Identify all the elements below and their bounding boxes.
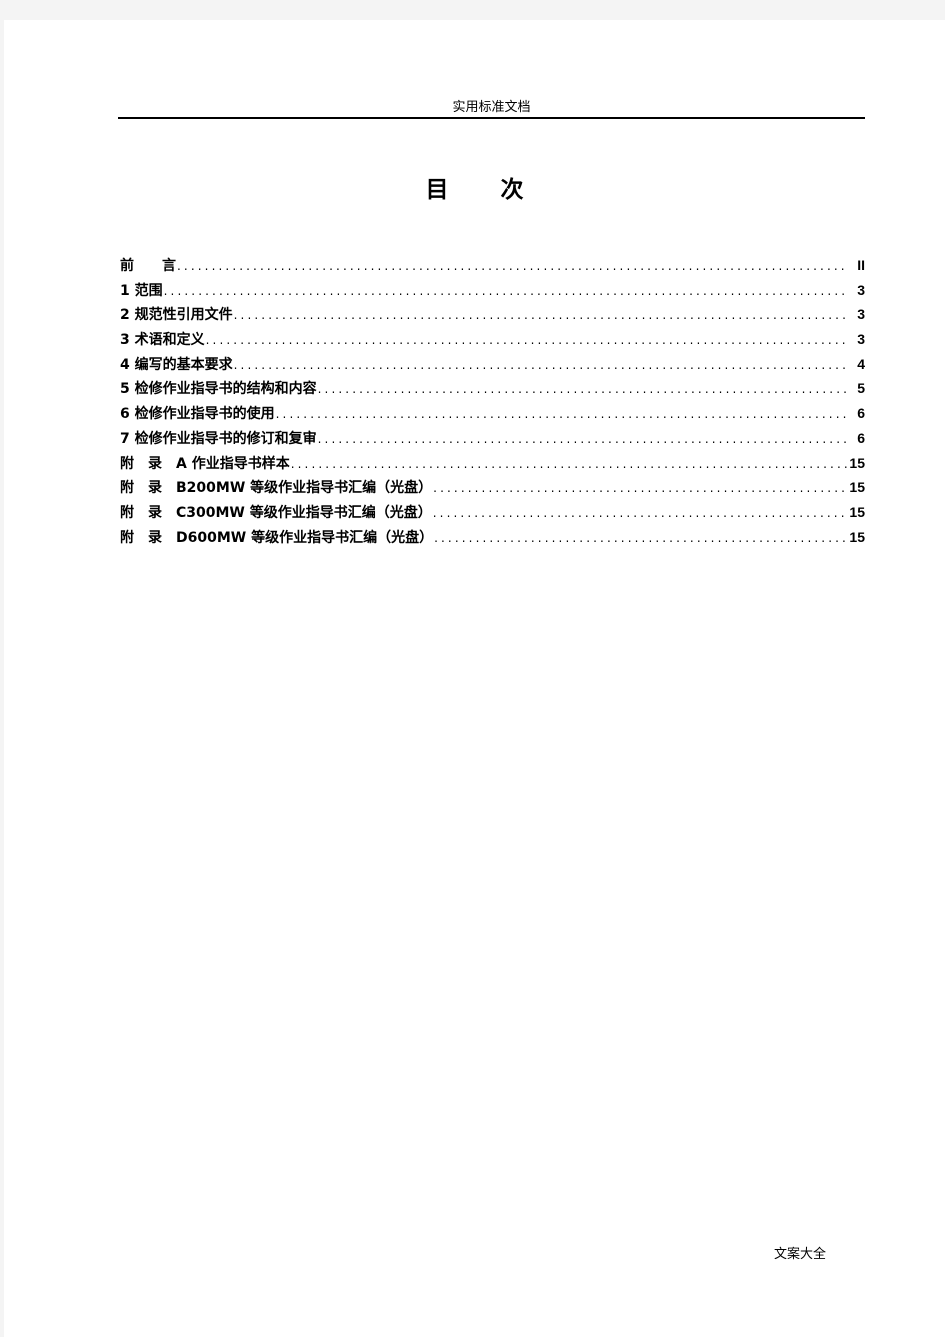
toc-entry-label: 附 录 C300MW 等级作业指导书汇编（光盘） [120, 504, 432, 521]
toc-entry[interactable]: 1 范围 3 [120, 278, 865, 303]
toc-dot-leader [318, 377, 847, 402]
toc-title-char: 次 [500, 177, 524, 203]
toc-entry[interactable]: 6 检修作业指导书的使用 6 [120, 401, 865, 426]
toc-entry[interactable]: 2 规范性引用文件 3 [120, 302, 865, 327]
toc-dot-leader [206, 328, 847, 353]
toc-entry[interactable]: 附 录 B200MW 等级作业指导书汇编（光盘） 15 [120, 475, 865, 500]
toc-entry-label: 6 检修作业指导书的使用 [120, 406, 275, 423]
toc-dot-leader [234, 353, 847, 378]
toc-dot-leader [433, 476, 847, 501]
toc-entry[interactable]: 5 检修作业指导书的结构和内容 5 [120, 376, 865, 401]
toc-entry-page: 6 [857, 429, 865, 446]
running-footer: 文案大全 [774, 1247, 827, 1262]
toc-entry-label: 7 检修作业指导书的修订和复审 [120, 430, 317, 447]
toc-dot-leader [291, 452, 847, 477]
document-page: 实用标准文档 目次 前 言 II 1 范围 3 2 规范性引用文件 3 3 术语… [4, 20, 945, 1337]
toc-entry-page: 15 [849, 503, 865, 520]
toc-entry-page: 3 [857, 281, 865, 298]
toc-dot-leader [434, 526, 847, 551]
toc-entry-page: II [857, 257, 865, 273]
toc-entry-page: 5 [857, 380, 865, 397]
toc-dot-leader [276, 402, 847, 427]
toc-dot-leader [164, 279, 847, 304]
toc-dot-leader [234, 303, 847, 328]
toc-entry[interactable]: 前 言 II [120, 253, 865, 278]
toc-entry[interactable]: 7 检修作业指导书的修订和复审 6 [120, 426, 865, 451]
toc-entry-label: 5 检修作业指导书的结构和内容 [120, 381, 317, 398]
toc-entry[interactable]: 3 术语和定义 3 [120, 327, 865, 352]
toc-entry-page: 3 [857, 331, 865, 348]
toc-entry-label: 附 录 B200MW 等级作业指导书汇编（光盘） [120, 480, 433, 497]
toc-entry-page: 4 [857, 355, 865, 372]
toc-entry-label: 3 术语和定义 [120, 332, 205, 349]
toc-entry[interactable]: 4 编写的基本要求 4 [120, 352, 865, 377]
toc-entry-label: 附 录 D600MW 等级作业指导书汇编（光盘） [120, 529, 434, 546]
toc-entry[interactable]: 附 录 C300MW 等级作业指导书汇编（光盘） 15 [120, 500, 865, 525]
toc-entry[interactable]: 附 录 A 作业指导书样本 15 [120, 451, 865, 476]
toc-entry-page: 15 [849, 528, 865, 545]
toc-entry-page: 15 [849, 454, 865, 471]
toc-entry[interactable]: 附 录 D600MW 等级作业指导书汇编（光盘） 15 [120, 525, 865, 550]
toc-entry-page: 3 [857, 306, 865, 323]
toc-entry-label: 2 规范性引用文件 [120, 307, 233, 324]
running-header: 实用标准文档 [452, 100, 531, 115]
toc-entry-label: 附 录 A 作业指导书样本 [120, 455, 290, 472]
toc-title-char: 目 [425, 177, 449, 203]
table-of-contents: 前 言 II 1 范围 3 2 规范性引用文件 3 3 术语和定义 3 4 编写… [120, 253, 865, 549]
toc-entry-label: 前 言 [120, 258, 176, 274]
header-rule [118, 117, 865, 119]
toc-entry-label: 4 编写的基本要求 [120, 356, 233, 373]
toc-dot-leader [318, 427, 847, 452]
toc-entry-page: 15 [849, 479, 865, 496]
toc-dot-leader [177, 254, 847, 279]
toc-entry-page: 6 [857, 405, 865, 422]
toc-entry-label: 1 范围 [120, 282, 163, 299]
toc-title: 目次 [4, 175, 945, 205]
toc-dot-leader [433, 501, 847, 526]
